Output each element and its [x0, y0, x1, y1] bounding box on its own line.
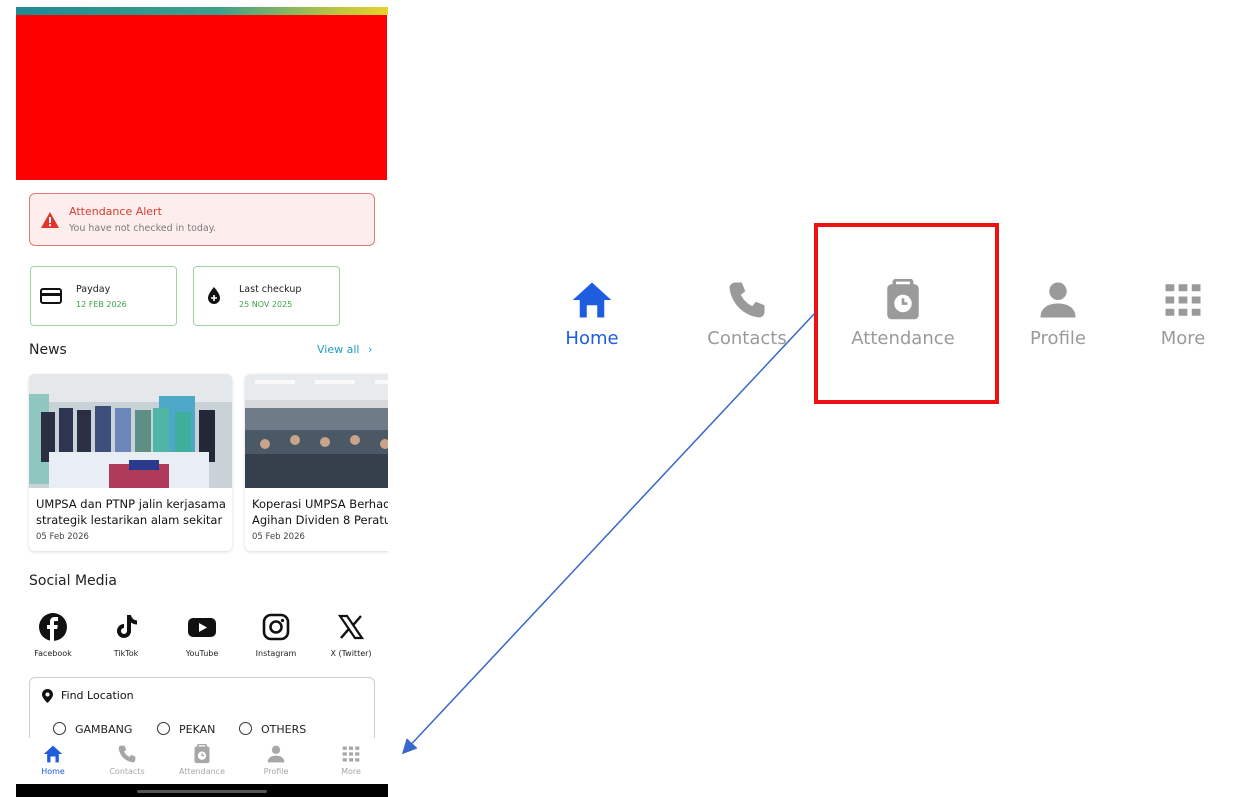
news-card[interactable]: Koperasi UMPSA Berhad Agihan Dividen 8 P…	[245, 374, 388, 551]
radio-label: GAMBANG	[75, 723, 133, 736]
last-checkup-card[interactable]: Last checkup 25 NOV 2025	[193, 266, 340, 326]
tiktok-icon	[117, 615, 137, 638]
redacted-header	[16, 15, 387, 180]
credit-card-icon	[40, 288, 62, 304]
warning-icon	[41, 212, 59, 228]
last-checkup-label: Last checkup	[239, 284, 302, 295]
attendance-highlight-box	[814, 223, 999, 404]
x-twitter-icon	[337, 614, 365, 640]
bottom-nav: Home Contacts Attendance Profile More	[16, 738, 388, 784]
facebook-icon	[39, 613, 67, 641]
home-icon	[43, 745, 63, 763]
nav-label: Home	[41, 767, 65, 776]
person-icon	[267, 745, 285, 763]
nav-label: Profile	[263, 767, 289, 776]
alert-message: You have not checked in today.	[69, 223, 217, 234]
phone-icon	[118, 745, 136, 763]
news-photo	[29, 374, 232, 488]
phone-screenshot: Attendance Alert You have not checked in…	[16, 0, 388, 797]
youtube-icon	[188, 618, 216, 637]
news-date: 05 Feb 2026	[252, 532, 305, 542]
header-stripe	[16, 7, 388, 15]
news-card[interactable]: UMPSA dan PTNP jalin kerjasama strategik…	[29, 374, 232, 551]
system-gesture-bar	[16, 784, 388, 797]
nav-contacts[interactable]: Contacts	[97, 744, 157, 776]
phone-icon	[729, 282, 765, 318]
person-icon	[1040, 282, 1076, 318]
view-all-link[interactable]: View all ›	[317, 343, 372, 356]
zoom-nav-more[interactable]: More	[1108, 279, 1258, 349]
nav-profile[interactable]: Profile	[246, 744, 306, 776]
chevron-right-icon: ›	[367, 343, 373, 356]
social-x-twitter[interactable]: X (Twitter)	[321, 612, 381, 658]
news-title: UMPSA dan PTNP jalin kerjasama strategik…	[36, 497, 226, 527]
radio-gambang[interactable]: GAMBANG	[53, 722, 132, 736]
grid-icon	[1165, 284, 1201, 316]
nav-label: Contacts	[109, 767, 145, 776]
nav-label: More	[341, 767, 361, 776]
find-location-title: Find Location	[61, 689, 134, 702]
radio-circle	[53, 722, 66, 735]
grid-icon	[342, 746, 360, 762]
nav-label: Attendance	[179, 767, 225, 776]
radio-others[interactable]: OTHERS	[239, 722, 306, 736]
social-label: YouTube	[185, 649, 219, 658]
alert-title: Attendance Alert	[69, 205, 162, 218]
payday-label: Payday	[76, 284, 111, 295]
radio-pekan[interactable]: PEKAN	[157, 722, 215, 736]
attendance-alert[interactable]: Attendance Alert You have not checked in…	[29, 193, 375, 246]
zoom-nav-label: More	[1160, 328, 1206, 349]
attendance-clock-icon	[194, 744, 210, 764]
social-label: Instagram	[255, 649, 297, 658]
home-icon	[572, 282, 612, 318]
map-pin-icon	[42, 689, 53, 703]
social-media-heading: Social Media	[29, 573, 118, 589]
payday-date: 12 FEB 2026	[76, 300, 127, 309]
radio-label: PEKAN	[179, 723, 216, 736]
zoom-nav-label: Home	[565, 328, 619, 349]
last-checkup-date: 25 NOV 2025	[239, 300, 293, 309]
payday-card[interactable]: Payday 12 FEB 2026	[30, 266, 177, 326]
radio-circle	[239, 722, 252, 735]
social-label: Facebook	[34, 649, 72, 658]
zoom-nav-label: Contacts	[707, 328, 787, 349]
view-all-label: View all	[317, 343, 360, 356]
zoom-nav-home[interactable]: Home	[517, 279, 667, 349]
social-label: X (Twitter)	[330, 649, 372, 658]
zoom-nav-contacts[interactable]: Contacts	[672, 279, 822, 349]
radio-circle	[157, 722, 170, 735]
news-date: 05 Feb 2026	[36, 532, 89, 542]
social-youtube[interactable]: YouTube	[172, 612, 232, 658]
news-heading: News	[29, 342, 67, 358]
radio-label: OTHERS	[261, 723, 307, 736]
social-facebook[interactable]: Facebook	[23, 612, 83, 658]
news-title: Koperasi UMPSA Berhad Agihan Dividen 8 P…	[252, 497, 388, 527]
news-photo	[245, 374, 388, 488]
blood-drop-icon	[208, 287, 220, 304]
nav-more[interactable]: More	[321, 744, 381, 776]
gesture-handle[interactable]	[137, 790, 267, 793]
social-tiktok[interactable]: TikTok	[96, 612, 156, 658]
social-label: TikTok	[113, 649, 139, 658]
social-instagram[interactable]: Instagram	[246, 612, 306, 658]
instagram-icon	[262, 613, 290, 641]
nav-attendance[interactable]: Attendance	[172, 744, 232, 776]
nav-home[interactable]: Home	[23, 744, 83, 776]
